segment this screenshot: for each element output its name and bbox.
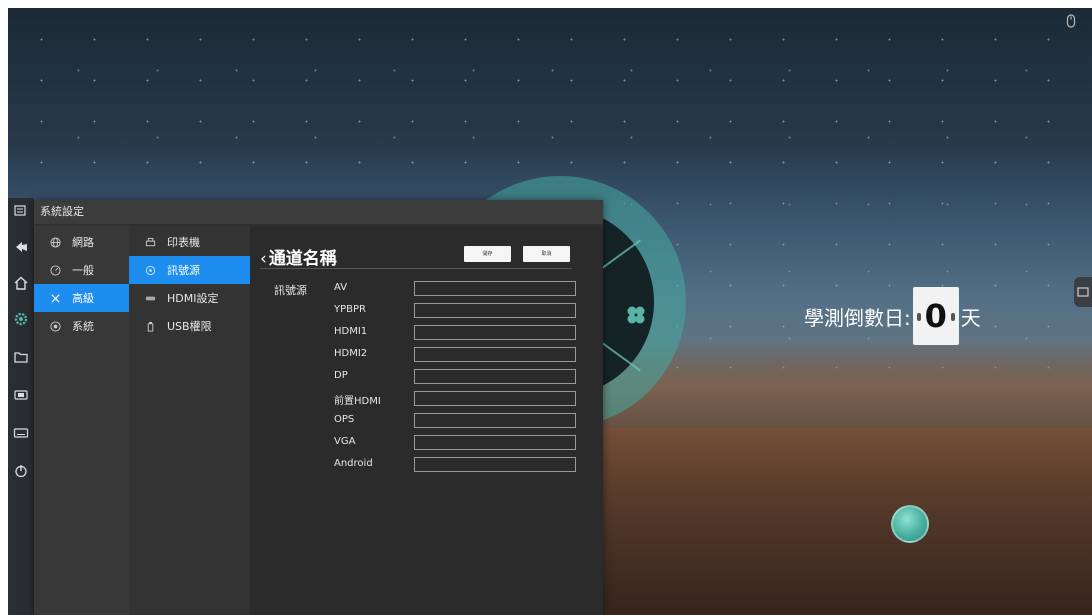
category-label: 一般 [72,264,94,277]
category-system[interactable]: 系統 [34,312,129,340]
left-dock [8,198,34,615]
countdown-value: 0 [924,297,947,335]
category-advanced[interactable]: 高級 [34,284,129,312]
keyboard-icon[interactable] [8,420,34,446]
divider [260,268,572,269]
subcategory-hdmi-settings[interactable]: HDMI設定 [129,284,250,312]
category-menu: 網路 一般 高級 系統 [34,226,129,615]
subcategory-menu: 印表機 訊號源 HDMI設定 USB權限 [129,226,250,615]
clover-icon[interactable] [626,305,646,325]
subcategory-label: HDMI設定 [167,292,219,305]
channel-input-hdmi1[interactable] [414,325,576,340]
channel-label-front-hdmi: 前置HDMI [334,396,381,407]
subcategory-label: 印表機 [167,236,200,249]
channel-label-ops: OPS [334,414,355,425]
channel-input-front-hdmi[interactable] [414,391,576,406]
home-icon[interactable] [8,270,34,296]
channel-label-av: AV [334,282,348,293]
save-button[interactable]: 儲存 [464,246,511,262]
channel-label-vga: VGA [334,436,356,447]
subcategory-printer[interactable]: 印表機 [129,228,250,256]
mouse-icon[interactable] [1066,14,1076,28]
back-button[interactable]: ‹ 通道名稱 [260,244,337,269]
channel-label-hdmi2: HDMI2 [334,348,368,359]
back-icon[interactable] [8,234,34,260]
signal-icon [143,263,157,277]
category-network[interactable]: 網路 [34,228,129,256]
channel-input-ypbpr[interactable] [414,303,576,318]
subcategory-signal-source[interactable]: 訊號源 [129,256,250,284]
window-title: 系統設定 [34,200,603,224]
category-label: 網路 [72,236,94,249]
channel-label-ypbpr: YPBPR [334,304,366,315]
channel-label-hdmi1: HDMI1 [334,326,368,337]
channel-input-vga[interactable] [414,435,576,450]
system-icon [48,319,62,333]
subcategory-usb-permission[interactable]: USB權限 [129,312,250,340]
menu-icon[interactable] [8,198,34,224]
power-icon[interactable] [8,458,34,484]
category-general[interactable]: 一般 [34,256,129,284]
page-title: 通道名稱 [268,249,337,269]
globe-icon [48,235,62,249]
channel-label-android: Android [334,458,373,469]
countdown-flip-card: 0 [912,287,959,345]
channel-input-av[interactable] [414,281,576,296]
settings-window: 系統設定 網路 一般 高級 系統 印表機 訊號源 HDMI設定 USB權限 ‹ … [34,200,603,615]
channel-label-dp: DP [334,370,348,381]
channel-input-dp[interactable] [414,369,576,384]
section-label: 訊號源 [274,284,307,297]
category-label: 系統 [72,320,94,333]
source-icon[interactable] [8,382,34,408]
gauge-icon [48,263,62,277]
category-label: 高級 [72,292,94,305]
channel-input-ops[interactable] [414,413,576,428]
settings-icon[interactable] [8,306,34,332]
printer-icon [143,235,157,249]
channel-name-panel: ‹ 通道名稱 儲存 取消 訊號源 AV YPBPR HDMI1 HDMI2 DP … [250,226,603,615]
chevron-left-icon: ‹ [260,249,267,269]
channel-input-hdmi2[interactable] [414,347,576,362]
usb-icon [143,319,157,333]
subcategory-label: 訊號源 [167,264,200,277]
countdown-label: 學測倒數日: [804,305,911,330]
toolbox-icon [1077,287,1089,297]
subcategory-label: USB權限 [167,320,212,333]
countdown-widget: 學測倒數日: 0 天 [804,286,981,346]
channel-input-android[interactable] [414,457,576,472]
side-panel-tab[interactable] [1074,277,1092,307]
hdmi-icon [143,291,157,305]
tools-icon [48,291,62,305]
folder-icon[interactable] [8,344,34,370]
cancel-button[interactable]: 取消 [523,246,570,262]
floating-assist-ball[interactable] [891,505,929,543]
countdown-unit: 天 [960,305,981,330]
